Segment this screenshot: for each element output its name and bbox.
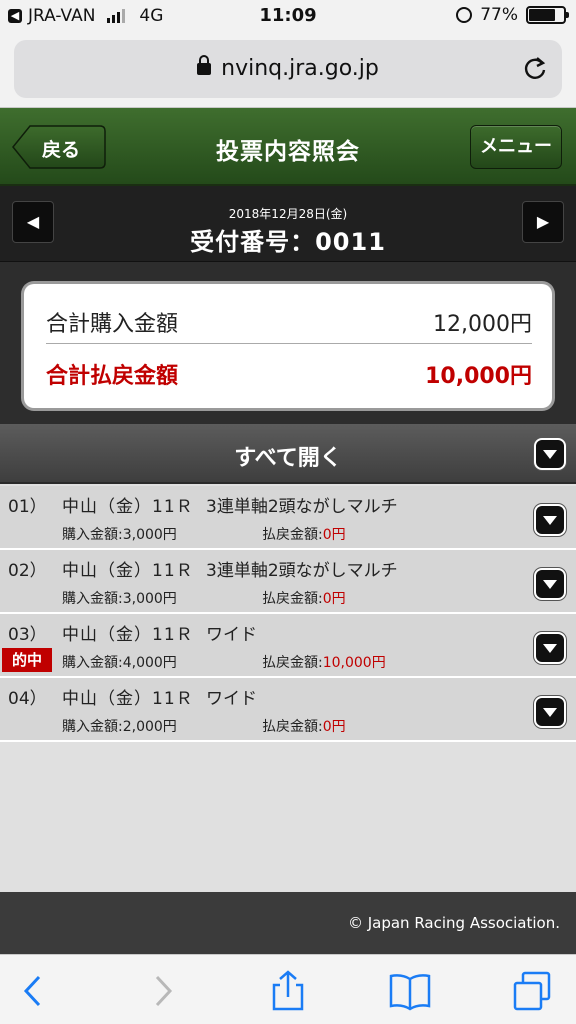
browser-back-icon[interactable] xyxy=(12,969,56,1013)
orientation-lock-icon xyxy=(456,7,473,23)
battery-percent: 77% xyxy=(480,5,518,25)
total-purchase-row: 合計購入金額 12,000円 xyxy=(46,294,532,344)
bet-payout-value: 0円 xyxy=(322,719,346,735)
status-bar: ◀ JRA-VAN 4G 11:09 77% xyxy=(0,0,576,32)
expand-bet-chevron-down-icon[interactable] xyxy=(536,506,564,534)
bet-type: 3連単軸2頭ながしマルチ xyxy=(206,497,398,517)
bet-purchase-amount: 購入金額:3,000円 xyxy=(62,527,177,543)
receipt-band: ◀ 2018年12月28日(金) 受付番号：0011 ▶ xyxy=(0,186,576,262)
bet-type: ワイド xyxy=(206,689,257,709)
bet-payout-value: 0円 xyxy=(322,591,346,607)
summary-card: 合計購入金額 12,000円 合計払戻金額 10,000円 xyxy=(24,284,552,408)
menu-button[interactable]: メニュー xyxy=(470,125,562,169)
receipt-number: 受付番号：0011 xyxy=(190,228,386,256)
bet-payout: 払戻金額:10,000円 xyxy=(262,652,386,672)
bet-payout: 払戻金額:0円 xyxy=(262,716,346,736)
tabs-icon[interactable] xyxy=(510,969,554,1013)
bet-payout-label: 払戻金額: xyxy=(262,527,323,543)
bet-purchase-amount: 購入金額:3,000円 xyxy=(62,591,177,607)
bet-payout-value: 0円 xyxy=(322,527,346,543)
url-text: nvinq.jra.go.jp xyxy=(221,56,379,81)
bet-race: 中山（金）11Ｒ xyxy=(62,625,194,645)
url-bar[interactable]: nvinq.jra.go.jp xyxy=(14,40,562,98)
bet-list: 01） 中山（金）11Ｒ 3連単軸2頭ながしマルチ 購入金額:3,000円 払戻… xyxy=(0,486,576,742)
total-payout-label: 合計払戻金額 xyxy=(46,364,179,389)
page-footer: © Japan Racing Association. xyxy=(0,892,576,954)
page-header: 戻る 投票内容照会 メニュー xyxy=(0,108,576,186)
expand-all-chevron-down-icon[interactable] xyxy=(536,440,564,468)
bet-item-02[interactable]: 02） 中山（金）11Ｒ 3連単軸2頭ながしマルチ 購入金額:3,000円 払戻… xyxy=(0,550,576,614)
expand-bet-chevron-down-icon[interactable] xyxy=(536,634,564,662)
bet-item-01[interactable]: 01） 中山（金）11Ｒ 3連単軸2頭ながしマルチ 購入金額:3,000円 払戻… xyxy=(0,486,576,550)
expand-all-bar[interactable]: すべて開く xyxy=(0,424,576,484)
bet-race: 中山（金）11Ｒ xyxy=(62,497,194,517)
bet-payout-label: 払戻金額: xyxy=(262,591,323,607)
total-payout-row: 合計払戻金額 10,000円 xyxy=(46,346,532,396)
bet-race: 中山（金）11Ｒ xyxy=(62,561,194,581)
bookmarks-icon[interactable] xyxy=(388,969,432,1013)
browser-url-area: nvinq.jra.go.jp xyxy=(0,32,576,108)
bet-number: 03） xyxy=(8,625,47,645)
bet-purchase-amount: 購入金額:4,000円 xyxy=(62,655,177,671)
bet-number: 04） xyxy=(8,689,47,709)
share-icon[interactable] xyxy=(266,969,310,1013)
expand-bet-chevron-down-icon[interactable] xyxy=(536,570,564,598)
total-payout-value: 10,000円 xyxy=(425,364,532,389)
browser-toolbar xyxy=(0,954,576,1024)
total-purchase-value: 12,000円 xyxy=(433,312,532,337)
bet-number: 01） xyxy=(8,497,47,517)
bet-payout-value: 10,000円 xyxy=(322,655,386,671)
bet-payout-label: 払戻金額: xyxy=(262,655,323,671)
next-receipt-button[interactable]: ▶ xyxy=(522,201,564,243)
bet-item-04[interactable]: 04） 中山（金）11Ｒ ワイド 購入金額:2,000円 払戻金額:0円 xyxy=(0,678,576,742)
url-display[interactable]: nvinq.jra.go.jp xyxy=(14,55,562,81)
right-arrow-icon: ▶ xyxy=(536,212,550,231)
summary-area: 合計購入金額 12,000円 合計払戻金額 10,000円 xyxy=(0,262,576,424)
bet-payout: 払戻金額:0円 xyxy=(262,524,346,544)
bet-payout: 払戻金額:0円 xyxy=(262,588,346,608)
bet-type: ワイド xyxy=(206,625,257,645)
bet-type: 3連単軸2頭ながしマルチ xyxy=(206,561,398,581)
browser-forward-icon[interactable] xyxy=(140,969,184,1013)
total-purchase-label: 合計購入金額 xyxy=(46,312,179,337)
lock-icon xyxy=(197,55,212,75)
bet-race: 中山（金）11Ｒ xyxy=(62,689,194,709)
expand-bet-chevron-down-icon[interactable] xyxy=(536,698,564,726)
battery-icon xyxy=(526,6,569,24)
hit-badge: 的中 xyxy=(2,648,52,672)
copyright-text: © Japan Racing Association. xyxy=(347,914,560,932)
bet-payout-label: 払戻金額: xyxy=(262,719,323,735)
status-right: 77% xyxy=(456,5,569,25)
reload-icon[interactable] xyxy=(522,55,548,81)
expand-all-label: すべて開く xyxy=(234,446,342,471)
bet-item-03[interactable]: 03） 中山（金）11Ｒ ワイド 的中 購入金額:4,000円 払戻金額:10,… xyxy=(0,614,576,678)
receipt-date: 2018年12月28日(金) xyxy=(228,207,348,221)
bet-number: 02） xyxy=(8,561,47,581)
bet-purchase-amount: 購入金額:2,000円 xyxy=(62,719,177,735)
